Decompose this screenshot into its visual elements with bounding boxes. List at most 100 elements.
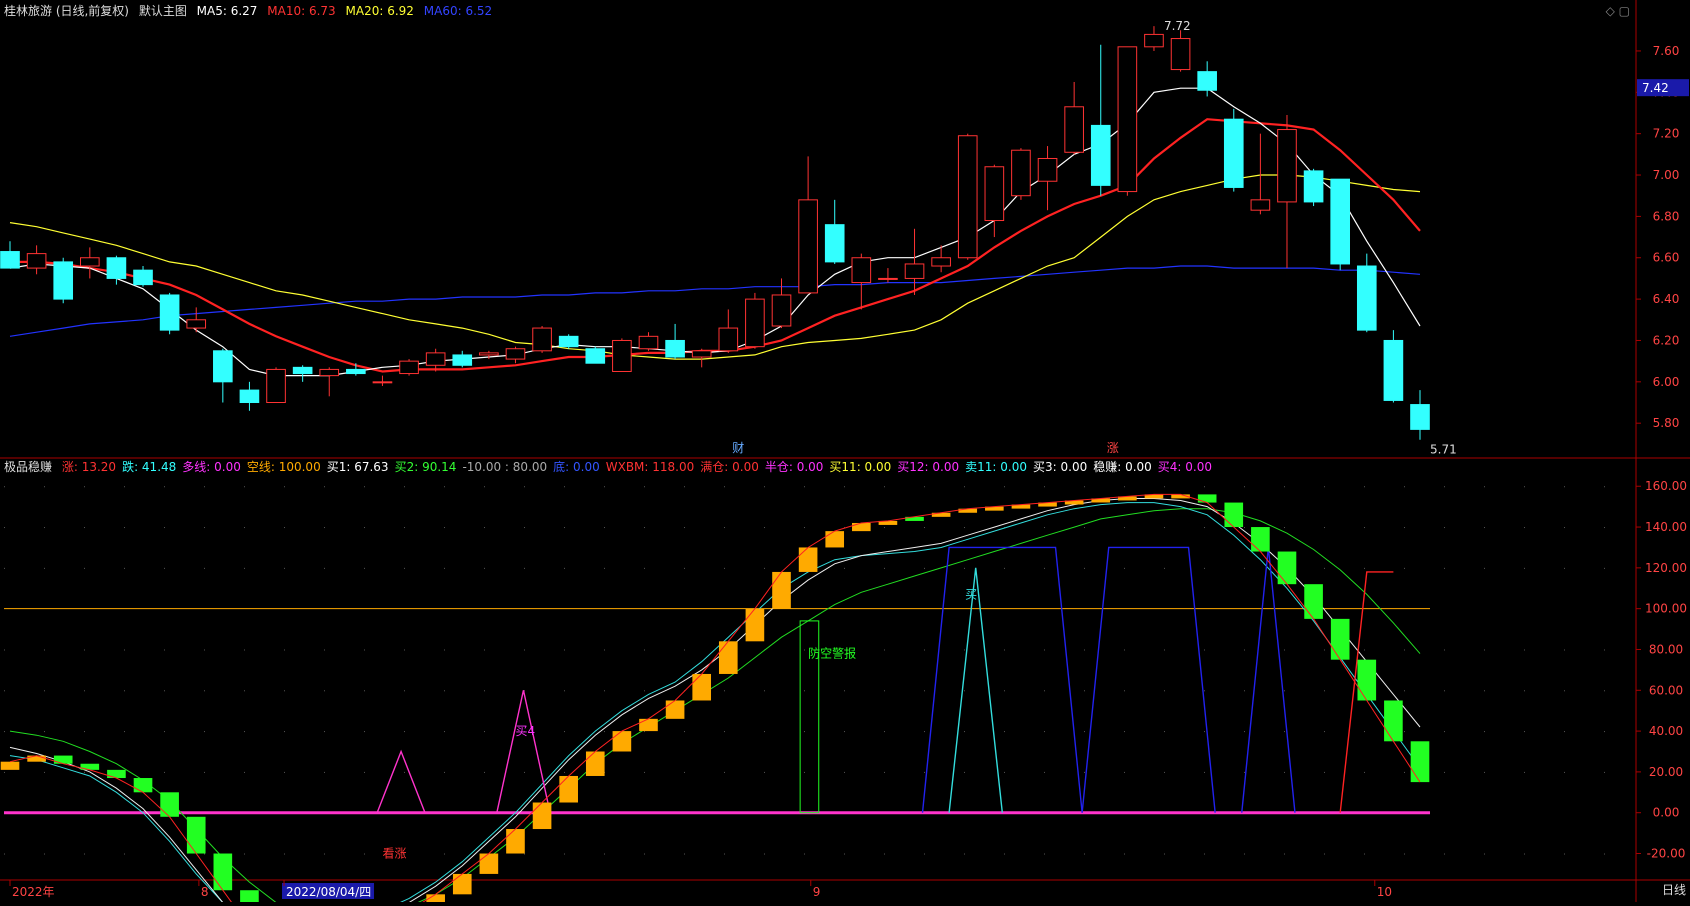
- period-tab[interactable]: 日线: [1662, 881, 1686, 898]
- grid-dot: [804, 649, 805, 651]
- grid-dot: [1564, 771, 1565, 773]
- indicator-bar: [1330, 618, 1350, 660]
- indicator-bar: [80, 763, 100, 770]
- high-price-label: 7.72: [1164, 19, 1191, 33]
- candle-body: [1090, 124, 1111, 186]
- grid-dot: [724, 731, 725, 733]
- grid-dot: [724, 567, 725, 569]
- grid-dot: [204, 649, 205, 651]
- indicator-legend-item: WXBM: 118.00: [605, 460, 695, 474]
- grid-dot: [204, 527, 205, 529]
- grid-dot: [684, 771, 685, 773]
- chart-canvas[interactable]: 7.607.407.207.006.806.606.406.206.005.80…: [0, 0, 1690, 906]
- grid-dot: [1364, 771, 1365, 773]
- grid-dot: [804, 486, 805, 488]
- grid-dot: [44, 853, 45, 855]
- grid-dot: [1524, 649, 1525, 651]
- indicator-white-line: [9, 498, 1421, 906]
- grid-dot: [1124, 649, 1125, 651]
- grid-dot: [164, 527, 165, 529]
- grid-dot: [1404, 690, 1405, 692]
- grid-dot: [124, 731, 125, 733]
- indicator-red-line: [9, 493, 1421, 906]
- grid-dot: [84, 731, 85, 733]
- grid-dot: [1564, 486, 1565, 488]
- grid-dot: [324, 690, 325, 692]
- grid-dot: [1364, 649, 1365, 651]
- grid-dot: [324, 771, 325, 773]
- grid-dot: [1524, 486, 1525, 488]
- grid-dot: [1324, 853, 1325, 855]
- indicator-legend-item: 多线: 0.00: [182, 460, 241, 474]
- candle-body: [718, 327, 739, 352]
- grid-dot: [724, 690, 725, 692]
- grid-dot: [1164, 690, 1165, 692]
- grid-dot: [684, 527, 685, 529]
- grid-dot: [1404, 567, 1405, 569]
- main-chart-label[interactable]: 默认主图: [139, 4, 187, 18]
- candle-body: [319, 368, 340, 377]
- grid-dot: [4, 486, 5, 488]
- grid-dot: [404, 567, 405, 569]
- indicator-legend-item: 跌: 41.48: [122, 460, 177, 474]
- grid-dot: [1164, 486, 1165, 488]
- grid-dot: [324, 486, 325, 488]
- indicator-legend-item: 卖11: 0.00: [965, 460, 1027, 474]
- grid-dot: [1244, 486, 1245, 488]
- candle-body: [26, 253, 47, 269]
- stock-title[interactable]: 桂林旅游 (日线,前复权): [4, 4, 129, 18]
- grid-dot: [644, 486, 645, 488]
- grid-dot: [404, 649, 405, 651]
- grid-dot: [1044, 771, 1045, 773]
- grid-dot: [1524, 853, 1525, 855]
- grid-dot: [404, 771, 405, 773]
- grid-dot: [684, 486, 685, 488]
- grid-dot: [604, 649, 605, 651]
- grid-dot: [1204, 771, 1205, 773]
- grid-dot: [964, 690, 965, 692]
- ma5-label: MA5: 6.27: [196, 4, 258, 18]
- grid-dot: [1564, 567, 1565, 569]
- candle-body: [505, 348, 526, 360]
- blue-plateau: [921, 546, 1083, 813]
- kanzhang-annotation: 看涨: [382, 846, 406, 861]
- indicator-tick-label: -20.00: [1647, 847, 1686, 861]
- indicator-bar: [1224, 502, 1244, 528]
- grid-dot: [444, 853, 445, 855]
- grid-dot: [1204, 731, 1205, 733]
- grid-dot: [244, 690, 245, 692]
- grid-dot: [1164, 527, 1165, 529]
- grid-dot: [444, 771, 445, 773]
- grid-dot: [884, 771, 885, 773]
- grid-dot: [44, 771, 45, 773]
- stock-chart[interactable]: 7.607.407.207.006.806.606.406.206.005.80…: [0, 0, 1690, 906]
- grid-dot: [1244, 567, 1245, 569]
- low-price-label: 5.71: [1430, 443, 1457, 457]
- grid-dot: [1084, 486, 1085, 488]
- grid-dot: [244, 649, 245, 651]
- grid-dot: [364, 690, 365, 692]
- indicator-title[interactable]: 极品稳赚: [4, 460, 52, 474]
- grid-dot: [1484, 771, 1485, 773]
- grid-dot: [1244, 853, 1245, 855]
- grid-dot: [1204, 649, 1205, 651]
- grid-dot: [964, 853, 965, 855]
- grid-dot: [284, 527, 285, 529]
- window-icon[interactable]: ▢: [1619, 4, 1630, 18]
- grid-dot: [1404, 853, 1405, 855]
- grid-dot: [284, 690, 285, 692]
- grid-dot: [804, 771, 805, 773]
- grid-dot: [84, 527, 85, 529]
- grid-dot: [404, 486, 405, 488]
- indicator-bar: [665, 700, 685, 719]
- grid-dot: [884, 853, 885, 855]
- grid-dot: [564, 853, 565, 855]
- candle-body: [1330, 178, 1350, 265]
- grid-dot: [684, 731, 685, 733]
- grid-dot: [1324, 771, 1325, 773]
- grid-dot: [84, 771, 85, 773]
- indicator-legend-item: 稳赚: 0.00: [1093, 460, 1152, 474]
- diamond-icon[interactable]: ◇: [1606, 4, 1615, 18]
- grid-dot: [124, 649, 125, 651]
- grid-dot: [964, 649, 965, 651]
